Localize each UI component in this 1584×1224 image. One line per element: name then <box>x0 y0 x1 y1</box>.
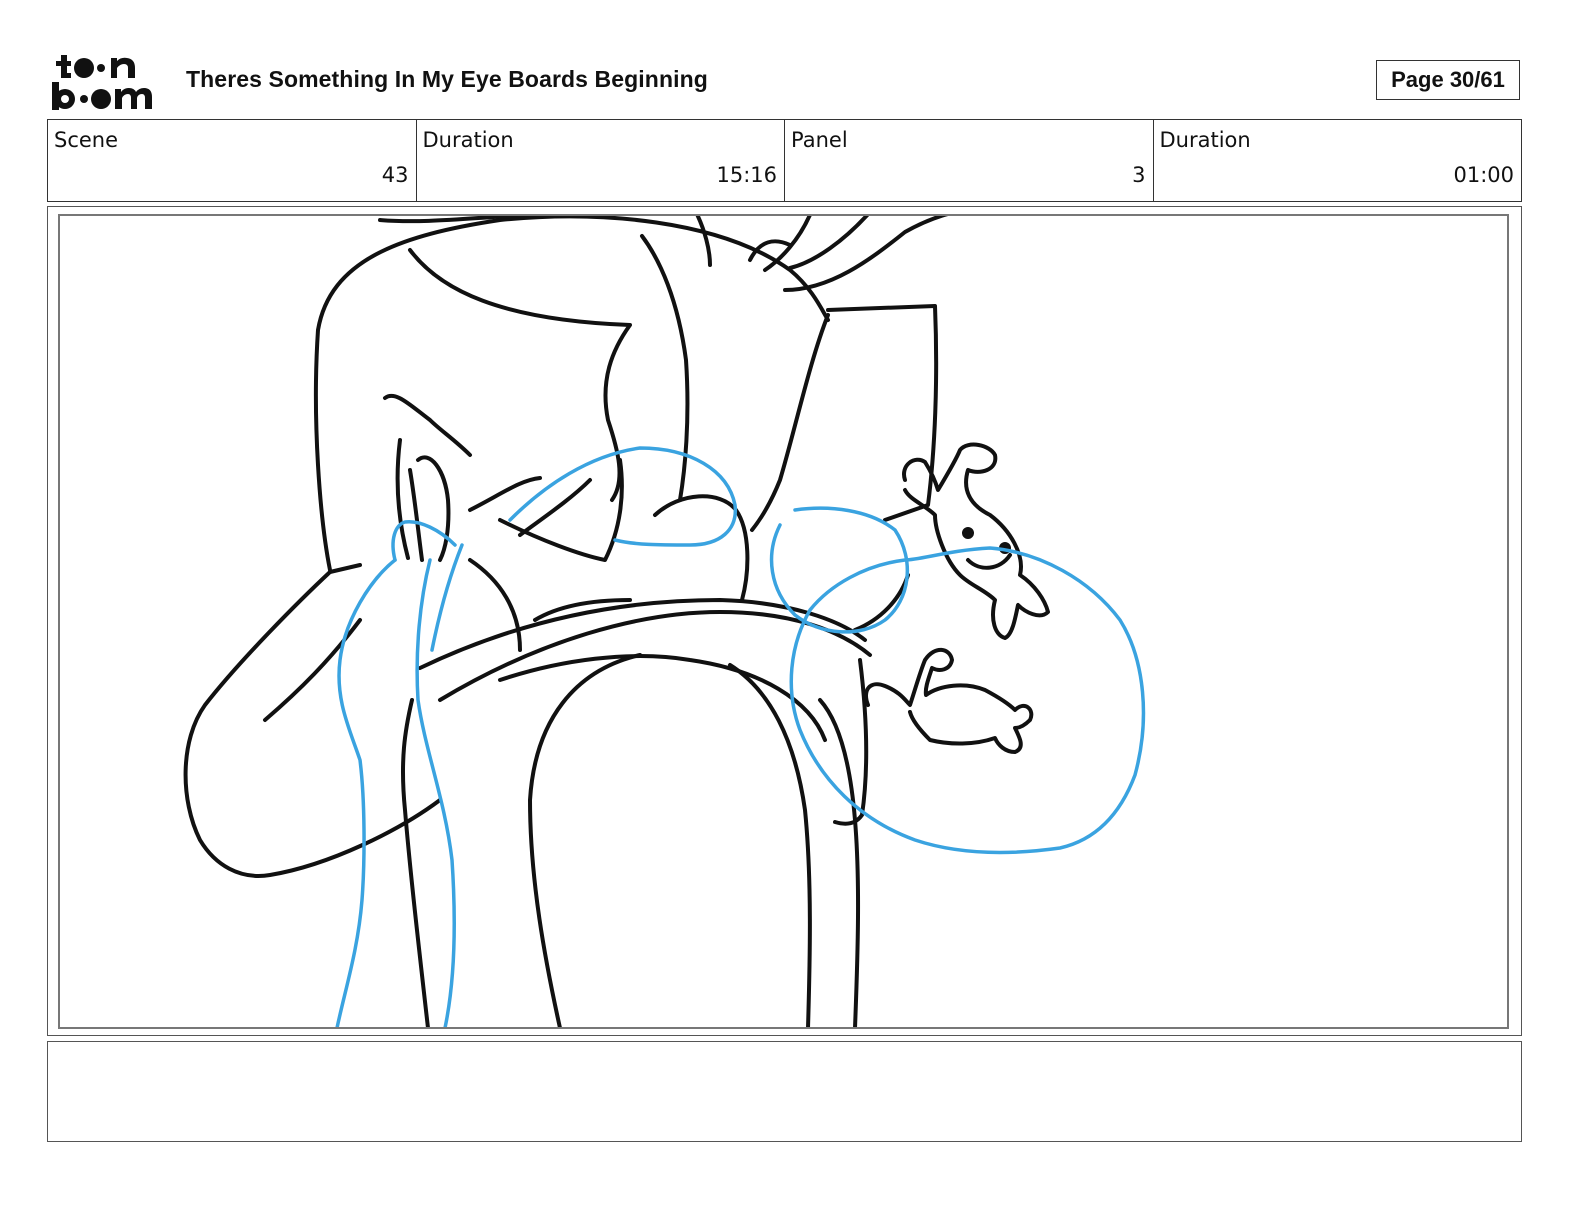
storyboard-panel <box>58 214 1509 1029</box>
panel-notes-box <box>47 1041 1522 1142</box>
scene-cell: Scene 43 <box>48 120 417 201</box>
scene-info-table: Scene 43 Duration 15:16 Panel 3 Duration… <box>47 119 1522 202</box>
scene-duration-cell: Duration 15:16 <box>417 120 785 201</box>
scene-duration-value: 15:16 <box>716 163 777 187</box>
panel-label: Panel <box>791 128 848 152</box>
sketch-rough-lines <box>335 446 1146 1027</box>
scene-label: Scene <box>54 128 119 152</box>
panel-duration-value: 01:00 <box>1453 163 1514 187</box>
scene-duration-label: Duration <box>422 128 514 152</box>
sketch-ink-lines <box>183 216 1050 1027</box>
toon-boom-logo <box>52 55 152 110</box>
scene-value: 43 <box>381 163 409 187</box>
panel-duration-cell: Duration 01:00 <box>1154 120 1522 201</box>
page-indicator: Page 30/61 <box>1376 60 1520 100</box>
document-title: Theres Something In My Eye Boards Beginn… <box>186 66 708 92</box>
panel-cell: Panel 3 <box>785 120 1154 201</box>
storyboard-sketch <box>183 216 1146 1027</box>
panel-duration-label: Duration <box>1159 128 1251 152</box>
panel-value: 3 <box>1132 163 1146 187</box>
